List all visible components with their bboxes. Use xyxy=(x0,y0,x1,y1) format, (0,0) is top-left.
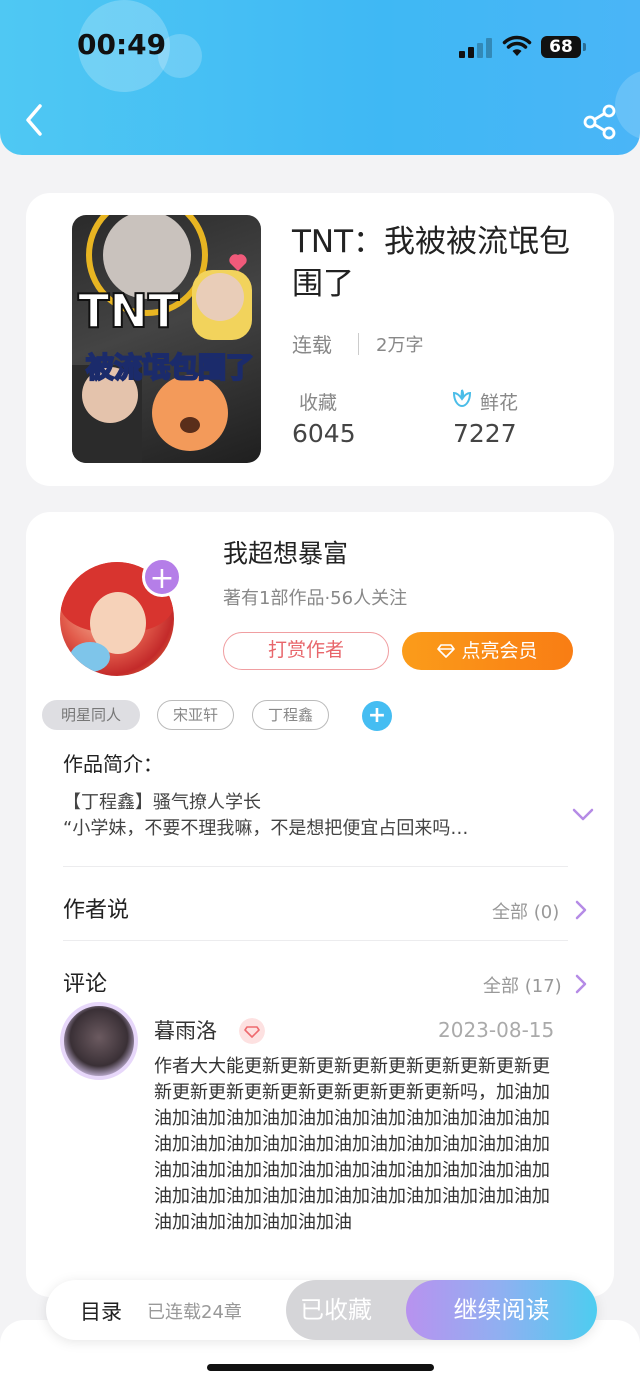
book-status: 连载 xyxy=(292,333,332,357)
collected-label: 已收藏 xyxy=(300,1296,372,1324)
author-says-title: 作者说 xyxy=(63,898,130,923)
chevron-down-icon[interactable] xyxy=(572,808,594,822)
battery-icon: 68 xyxy=(541,36,581,58)
commenter-avatar[interactable] xyxy=(60,1002,138,1080)
avatar-wave xyxy=(70,642,110,672)
favorites-label: 收藏 xyxy=(299,392,338,414)
follow-author-button[interactable]: + xyxy=(142,557,182,597)
divider xyxy=(63,866,568,867)
chapter-count: 已连载24章 xyxy=(147,1302,242,1323)
decor-bubble xyxy=(615,70,640,140)
cover-art: TNT 被流氓包围了 xyxy=(72,215,255,463)
comments-more-link[interactable]: 全部 (17) xyxy=(483,972,562,998)
commenter-name[interactable]: 暮雨洛 xyxy=(154,1015,217,1045)
author-meta: 著有1部作品·56人关注 xyxy=(223,588,408,609)
bottom-action-bar: 目录 已连载24章 已收藏 继续阅读 xyxy=(46,1280,597,1340)
comment-text: 作者大大能更新更新更新更新更新更新更新更新更新更新更新更新更新更新更新更新更新吗… xyxy=(154,1056,550,1233)
comment-date: 2023-08-15 xyxy=(438,1018,555,1042)
flowers-label: 鲜花 xyxy=(480,392,519,414)
author-says-more-link[interactable]: 全部 (0) xyxy=(492,898,559,924)
vip-badge-icon xyxy=(239,1018,265,1044)
add-tag-button[interactable]: + xyxy=(362,701,392,731)
status-time: 00:49 xyxy=(77,28,167,61)
tip-author-button[interactable]: 打赏作者 xyxy=(223,632,389,670)
divider xyxy=(358,333,359,355)
intro-title: 作品简介： xyxy=(63,752,163,776)
chevron-right-icon[interactable] xyxy=(574,974,588,994)
flowers-count: 7227 xyxy=(453,419,517,448)
author-details-card: + 我超想暴富 著有1部作品·56人关注 打赏作者 点亮会员 明星同人 宋亚轩 … xyxy=(26,512,614,1297)
share-icon[interactable] xyxy=(582,104,618,140)
divider xyxy=(63,940,568,941)
diamond-icon xyxy=(437,644,456,658)
activate-vip-button[interactable]: 点亮会员 xyxy=(402,632,573,670)
book-info-card: TNT 被流氓包围了 TNT：我被被流氓包围了 连载 2万字 收藏 6045 鲜… xyxy=(26,193,614,486)
book-word-count: 2万字 xyxy=(376,335,424,356)
toc-button[interactable]: 目录 xyxy=(80,1296,122,1326)
signal-icon xyxy=(459,38,493,58)
tag-character[interactable]: 丁程鑫 xyxy=(252,700,329,730)
book-title: TNT：我被被流氓包围了 xyxy=(292,224,571,302)
vip-button-label: 点亮会员 xyxy=(461,640,538,662)
home-indicator xyxy=(207,1364,434,1371)
chevron-right-icon[interactable] xyxy=(574,900,588,920)
comments-title: 评论 xyxy=(63,972,108,997)
author-name[interactable]: 我超想暴富 xyxy=(223,534,348,570)
svg-text:TNT: TNT xyxy=(78,284,180,338)
flower-icon xyxy=(452,389,472,408)
intro-text: 【丁程鑫】骚气撩人学长 xyxy=(63,792,261,813)
intro-text: “小学妹，不要不理我嘛，不是想把便宜占回来吗… xyxy=(63,818,469,839)
tag-genre[interactable]: 明星同人 xyxy=(42,700,140,730)
favorites-count: 6045 xyxy=(292,419,356,448)
svg-text:被流氓包围了: 被流氓包围了 xyxy=(86,351,254,384)
back-arrow-icon[interactable] xyxy=(18,100,52,140)
wifi-icon xyxy=(502,35,532,56)
battery-tip xyxy=(583,43,586,51)
continue-reading-button[interactable]: 继续阅读 xyxy=(406,1280,597,1340)
app-header: 00:49 68 xyxy=(0,0,640,155)
book-cover-image[interactable]: TNT 被流氓包围了 xyxy=(72,215,261,463)
tag-character[interactable]: 宋亚轩 xyxy=(157,700,234,730)
